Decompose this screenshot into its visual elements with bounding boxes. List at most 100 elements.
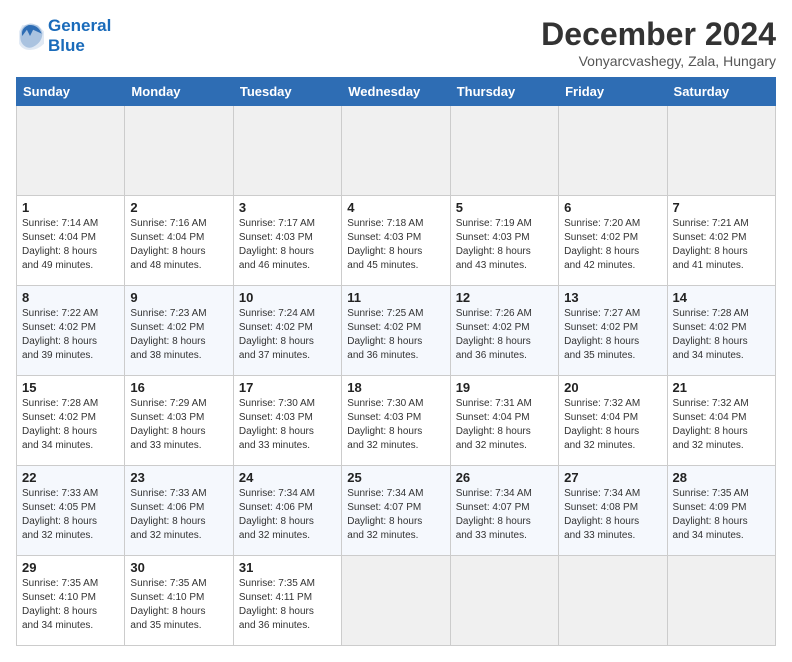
day-info: Sunrise: 7:33 AM Sunset: 4:06 PM Dayligh…: [130, 487, 227, 543]
day-info: Sunrise: 7:32 AM Sunset: 4:04 PM Dayligh…: [673, 397, 770, 453]
day-info: Sunrise: 7:30 AM Sunset: 4:03 PM Dayligh…: [239, 397, 336, 453]
column-header-tuesday: Tuesday: [233, 78, 341, 106]
day-number: 23: [130, 470, 227, 485]
calendar-week-row: 29 Sunrise: 7:35 AM Sunset: 4:10 PM Dayli…: [17, 556, 776, 646]
page-header: General Blue December 2024 Vonyarcvasheg…: [16, 16, 776, 69]
day-number: 27: [564, 470, 661, 485]
calendar-cell: 12 Sunrise: 7:26 AM Sunset: 4:02 PM Dayli…: [450, 286, 558, 376]
column-header-saturday: Saturday: [667, 78, 775, 106]
calendar-table: SundayMondayTuesdayWednesdayThursdayFrid…: [16, 77, 776, 646]
calendar-cell: 10 Sunrise: 7:24 AM Sunset: 4:02 PM Dayli…: [233, 286, 341, 376]
day-number: 29: [22, 560, 119, 575]
day-info: Sunrise: 7:34 AM Sunset: 4:07 PM Dayligh…: [347, 487, 444, 543]
column-header-friday: Friday: [559, 78, 667, 106]
day-info: Sunrise: 7:35 AM Sunset: 4:10 PM Dayligh…: [22, 577, 119, 633]
day-info: Sunrise: 7:35 AM Sunset: 4:09 PM Dayligh…: [673, 487, 770, 543]
day-number: 11: [347, 290, 444, 305]
day-number: 14: [673, 290, 770, 305]
calendar-cell: [233, 106, 341, 196]
calendar-cell: 24Sunrise: 7:34 AM Sunset: 4:06 PM Dayli…: [233, 466, 341, 556]
day-info: Sunrise: 7:35 AM Sunset: 4:11 PM Dayligh…: [239, 577, 336, 633]
calendar-cell: 8 Sunrise: 7:22 AM Sunset: 4:02 PM Daylig…: [17, 286, 125, 376]
day-info: Sunrise: 7:23 AM Sunset: 4:02 PM Dayligh…: [130, 307, 227, 363]
calendar-cell: [342, 556, 450, 646]
location-subtitle: Vonyarcvashegy, Zala, Hungary: [541, 53, 776, 69]
day-number: 8: [22, 290, 119, 305]
day-number: 12: [456, 290, 553, 305]
calendar-cell: 14 Sunrise: 7:28 AM Sunset: 4:02 PM Dayli…: [667, 286, 775, 376]
day-info: Sunrise: 7:19 AM Sunset: 4:03 PM Dayligh…: [456, 217, 553, 273]
calendar-cell: 2Sunrise: 7:16 AM Sunset: 4:04 PM Daylig…: [125, 196, 233, 286]
calendar-cell: 29 Sunrise: 7:35 AM Sunset: 4:10 PM Dayli…: [17, 556, 125, 646]
day-number: 19: [456, 380, 553, 395]
calendar-cell: [342, 106, 450, 196]
day-number: 18: [347, 380, 444, 395]
day-number: 16: [130, 380, 227, 395]
day-number: 7: [673, 200, 770, 215]
day-number: 31: [239, 560, 336, 575]
day-number: 9: [130, 290, 227, 305]
calendar-cell: 11 Sunrise: 7:25 AM Sunset: 4:02 PM Dayli…: [342, 286, 450, 376]
day-number: 17: [239, 380, 336, 395]
day-info: Sunrise: 7:20 AM Sunset: 4:02 PM Dayligh…: [564, 217, 661, 273]
day-info: Sunrise: 7:25 AM Sunset: 4:02 PM Dayligh…: [347, 307, 444, 363]
calendar-week-row: 22Sunrise: 7:33 AM Sunset: 4:05 PM Dayli…: [17, 466, 776, 556]
day-number: 13: [564, 290, 661, 305]
calendar-cell: 21 Sunrise: 7:32 AM Sunset: 4:04 PM Dayli…: [667, 376, 775, 466]
calendar-week-row: 8 Sunrise: 7:22 AM Sunset: 4:02 PM Daylig…: [17, 286, 776, 376]
day-number: 30: [130, 560, 227, 575]
calendar-cell: [559, 556, 667, 646]
day-info: Sunrise: 7:30 AM Sunset: 4:03 PM Dayligh…: [347, 397, 444, 453]
calendar-week-row: 15 Sunrise: 7:28 AM Sunset: 4:02 PM Dayli…: [17, 376, 776, 466]
day-info: Sunrise: 7:26 AM Sunset: 4:02 PM Dayligh…: [456, 307, 553, 363]
day-number: 10: [239, 290, 336, 305]
day-info: Sunrise: 7:28 AM Sunset: 4:02 PM Dayligh…: [22, 397, 119, 453]
calendar-week-row: [17, 106, 776, 196]
calendar-cell: 26 Sunrise: 7:34 AM Sunset: 4:07 PM Dayli…: [450, 466, 558, 556]
calendar-cell: 19 Sunrise: 7:31 AM Sunset: 4:04 PM Dayli…: [450, 376, 558, 466]
day-info: Sunrise: 7:34 AM Sunset: 4:07 PM Dayligh…: [456, 487, 553, 543]
calendar-cell: 5 Sunrise: 7:19 AM Sunset: 4:03 PM Daylig…: [450, 196, 558, 286]
day-info: Sunrise: 7:24 AM Sunset: 4:02 PM Dayligh…: [239, 307, 336, 363]
day-number: 4: [347, 200, 444, 215]
title-block: December 2024 Vonyarcvashegy, Zala, Hung…: [541, 16, 776, 69]
day-info: Sunrise: 7:28 AM Sunset: 4:02 PM Dayligh…: [673, 307, 770, 363]
day-number: 1: [22, 200, 119, 215]
day-number: 2: [130, 200, 227, 215]
calendar-cell: 1Sunrise: 7:14 AM Sunset: 4:04 PM Daylig…: [17, 196, 125, 286]
calendar-cell: 23 Sunrise: 7:33 AM Sunset: 4:06 PM Dayli…: [125, 466, 233, 556]
calendar-cell: 15 Sunrise: 7:28 AM Sunset: 4:02 PM Dayli…: [17, 376, 125, 466]
calendar-cell: 6Sunrise: 7:20 AM Sunset: 4:02 PM Daylig…: [559, 196, 667, 286]
logo-icon: [16, 22, 44, 50]
month-title: December 2024: [541, 16, 776, 53]
day-number: 26: [456, 470, 553, 485]
calendar-cell: 4 Sunrise: 7:18 AM Sunset: 4:03 PM Daylig…: [342, 196, 450, 286]
calendar-cell: 30Sunrise: 7:35 AM Sunset: 4:10 PM Dayli…: [125, 556, 233, 646]
calendar-cell: [125, 106, 233, 196]
calendar-cell: 20Sunrise: 7:32 AM Sunset: 4:04 PM Dayli…: [559, 376, 667, 466]
calendar-week-row: 1Sunrise: 7:14 AM Sunset: 4:04 PM Daylig…: [17, 196, 776, 286]
calendar-cell: 18 Sunrise: 7:30 AM Sunset: 4:03 PM Dayli…: [342, 376, 450, 466]
column-header-thursday: Thursday: [450, 78, 558, 106]
column-header-sunday: Sunday: [17, 78, 125, 106]
calendar-cell: [17, 106, 125, 196]
calendar-cell: 13Sunrise: 7:27 AM Sunset: 4:02 PM Dayli…: [559, 286, 667, 376]
day-info: Sunrise: 7:31 AM Sunset: 4:04 PM Dayligh…: [456, 397, 553, 453]
calendar-cell: 25 Sunrise: 7:34 AM Sunset: 4:07 PM Dayli…: [342, 466, 450, 556]
day-number: 24: [239, 470, 336, 485]
calendar-cell: 17 Sunrise: 7:30 AM Sunset: 4:03 PM Dayli…: [233, 376, 341, 466]
day-info: Sunrise: 7:18 AM Sunset: 4:03 PM Dayligh…: [347, 217, 444, 273]
column-header-monday: Monday: [125, 78, 233, 106]
day-info: Sunrise: 7:22 AM Sunset: 4:02 PM Dayligh…: [22, 307, 119, 363]
day-number: 15: [22, 380, 119, 395]
day-number: 5: [456, 200, 553, 215]
calendar-cell: [667, 556, 775, 646]
day-number: 25: [347, 470, 444, 485]
calendar-cell: 31 Sunrise: 7:35 AM Sunset: 4:11 PM Dayli…: [233, 556, 341, 646]
day-number: 22: [22, 470, 119, 485]
calendar-cell: [450, 556, 558, 646]
day-info: Sunrise: 7:29 AM Sunset: 4:03 PM Dayligh…: [130, 397, 227, 453]
calendar-cell: 3Sunrise: 7:17 AM Sunset: 4:03 PM Daylig…: [233, 196, 341, 286]
calendar-cell: 27Sunrise: 7:34 AM Sunset: 4:08 PM Dayli…: [559, 466, 667, 556]
day-number: 21: [673, 380, 770, 395]
